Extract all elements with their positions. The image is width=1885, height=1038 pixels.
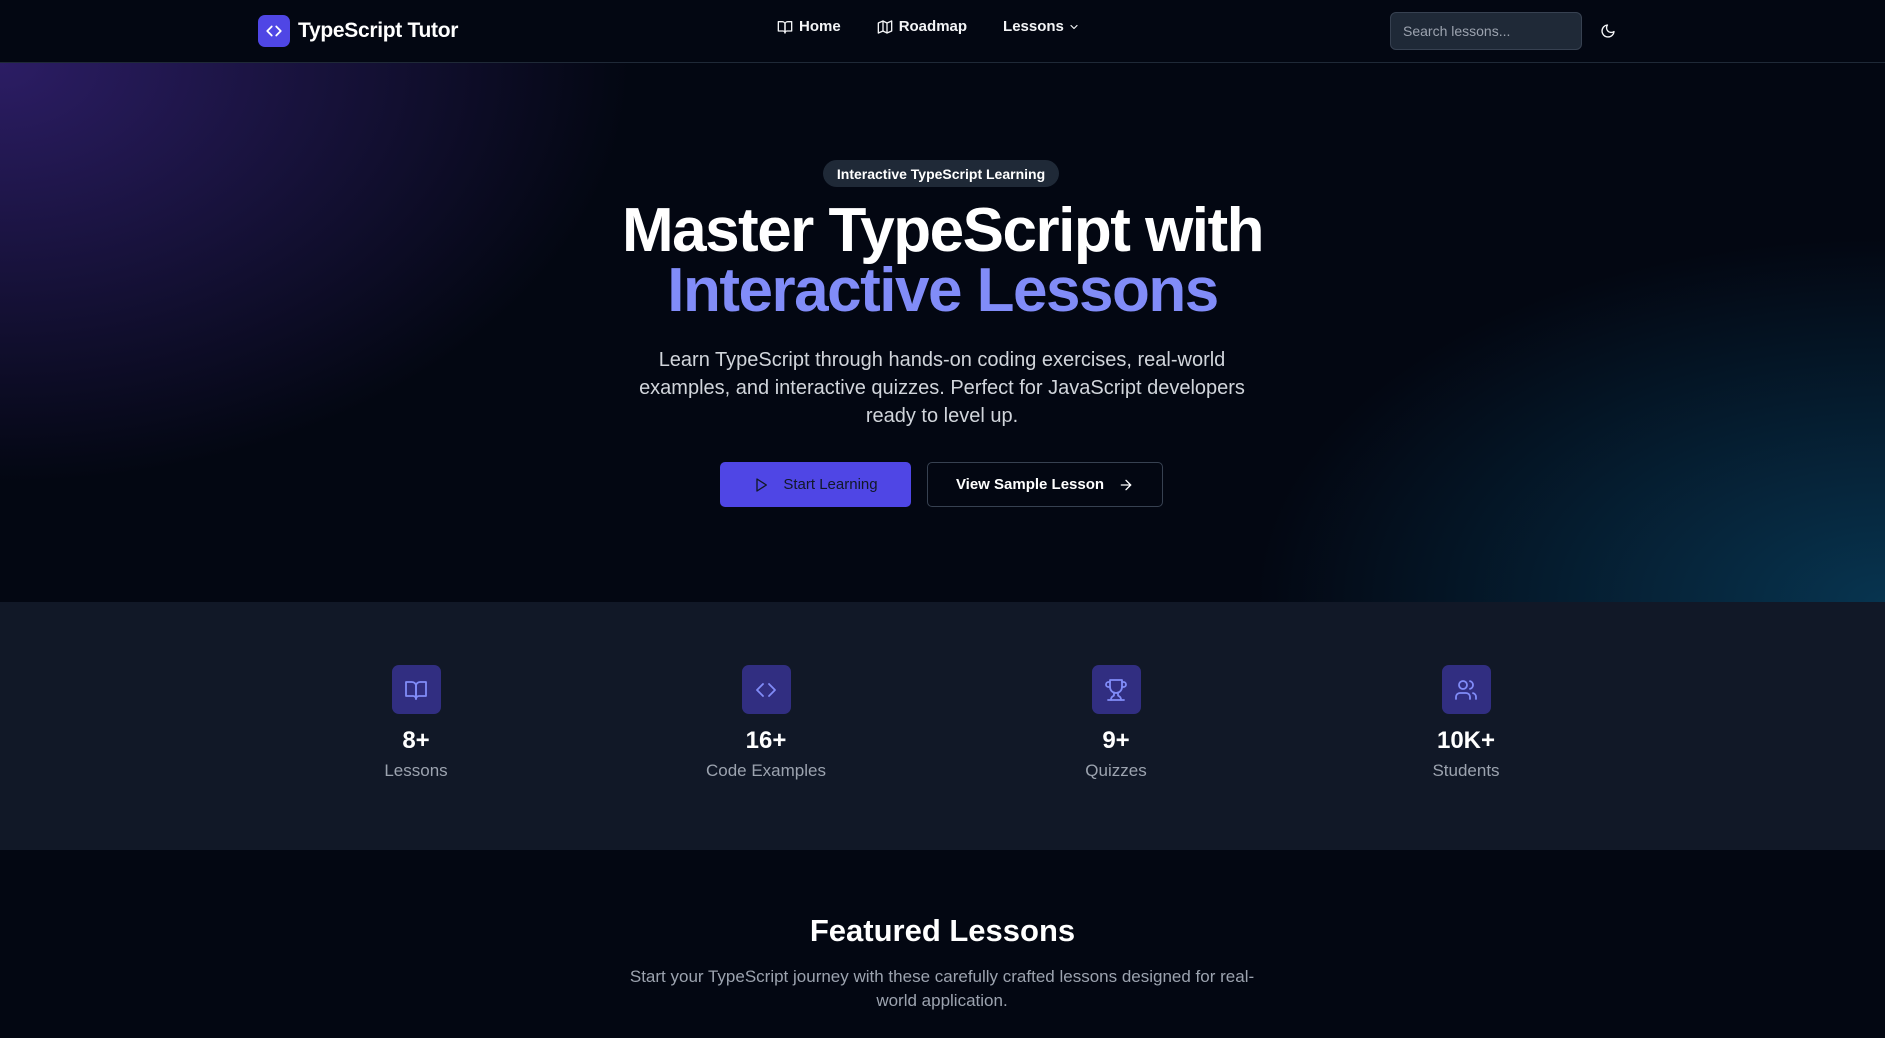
stat-value: 16+ [745, 727, 787, 754]
main-nav: Home Roadmap Lessons [777, 18, 1116, 35]
nav-lessons-dropdown[interactable]: Lessons [1003, 18, 1080, 35]
featured-lessons-section: Featured Lessons Start your TypeScript j… [0, 850, 1885, 1038]
moon-icon [1601, 24, 1615, 38]
map-icon [877, 19, 893, 34]
brand-link[interactable]: TypeScript Tutor [258, 14, 458, 48]
stat-value: 8+ [402, 727, 430, 754]
chevron-down-icon [1070, 24, 1078, 29]
start-learning-button[interactable]: Start Learning [720, 462, 911, 507]
top-navbar: TypeScript Tutor Home Roadmap Lessons [0, 0, 1885, 63]
nav-roadmap[interactable]: Roadmap [877, 18, 967, 35]
view-sample-lesson-button[interactable]: View Sample Lesson [927, 462, 1163, 507]
nav-home-label: Home [799, 18, 841, 35]
stat-value: 9+ [1102, 727, 1130, 754]
view-sample-lesson-label: View Sample Lesson [955, 476, 1105, 493]
stat-value: 10K+ [1436, 727, 1496, 754]
featured-title: Featured Lessons [809, 913, 1076, 948]
start-learning-label: Start Learning [783, 476, 878, 493]
stat-label: Lessons [384, 761, 448, 780]
brand-title: TypeScript Tutor [298, 19, 459, 42]
hero-title-line1: Master TypeScript with [621, 196, 1265, 265]
featured-subtitle: Start your TypeScript journey with these… [629, 967, 1255, 1010]
nav-roadmap-label: Roadmap [898, 18, 968, 35]
stat-lessons: 8+ Lessons [316, 665, 516, 781]
code-icon [741, 665, 791, 714]
hero-section: Interactive TypeScript Learning Master T… [0, 63, 1885, 602]
book-open-icon [391, 665, 441, 714]
search-input[interactable] [1390, 12, 1582, 50]
nav-home[interactable]: Home [777, 18, 841, 35]
trophy-icon [1091, 665, 1141, 714]
stat-label: Students [1432, 761, 1500, 780]
code-icon [258, 15, 290, 47]
theme-toggle-button[interactable] [1598, 21, 1618, 41]
nav-lessons-label: Lessons [1003, 18, 1064, 35]
hero-subtitle: Learn TypeScript through hands-on coding… [639, 349, 1245, 427]
stat-label: Quizzes [1085, 761, 1147, 780]
stat-students: 10K+ Students [1366, 665, 1566, 781]
arrow-right-icon [1120, 479, 1132, 490]
hero-title: Master TypeScript with Interactive Lesso… [0, 200, 1885, 325]
users-icon [1441, 665, 1491, 714]
stats-section: 8+ Lessons 16+ Code Examples 9+ Quizzes … [0, 602, 1885, 850]
play-icon [756, 477, 768, 492]
stat-code-examples: 16+ Code Examples [666, 665, 866, 781]
hero-title-accent: Interactive Lessons [667, 256, 1219, 325]
stat-label: Code Examples [705, 761, 826, 780]
book-open-icon [777, 20, 793, 34]
stat-quizzes: 9+ Quizzes [1016, 665, 1216, 781]
hero-badge: Interactive TypeScript Learning [823, 160, 1059, 187]
